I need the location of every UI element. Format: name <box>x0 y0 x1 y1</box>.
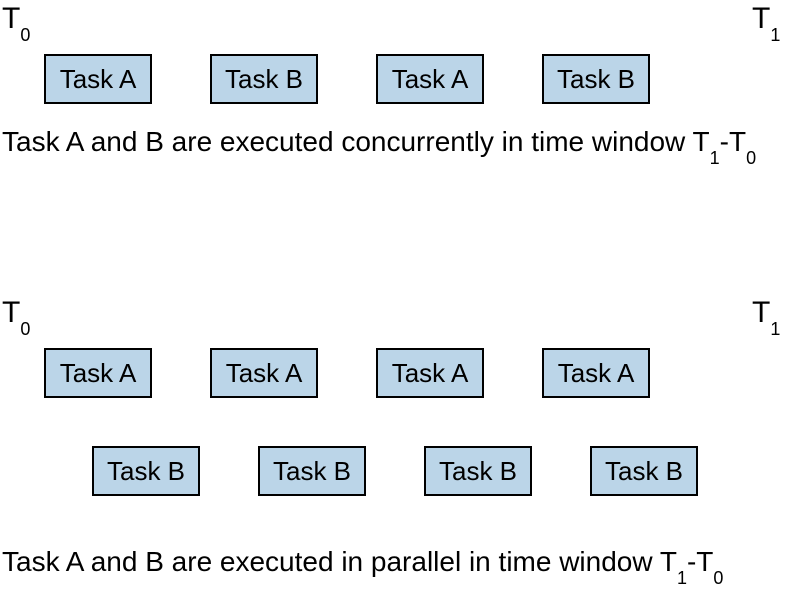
t0-main-b: T <box>2 296 20 329</box>
bottom-rowB-task-1: Task B <box>258 446 366 496</box>
bottom-rowB-task-0: Task B <box>92 446 200 496</box>
top-task-2: Task A <box>376 54 484 104</box>
bottom-caption: Task A and B are executed in parallel in… <box>2 546 723 588</box>
bottom-rowA-task-0: Task A <box>44 348 152 398</box>
top-task-3: Task B <box>542 54 650 104</box>
t1-sub-b: 1 <box>770 319 780 339</box>
t0-sub: 0 <box>20 25 30 45</box>
bottom-rowB-task-2: Task B <box>424 446 532 496</box>
diagram-canvas: T0 T1 Task A Task B Task A Task B Task A… <box>0 0 786 601</box>
t0-sub-b: 0 <box>20 319 30 339</box>
bottom-rowA-task-1: Task A <box>210 348 318 398</box>
top-task-1: Task B <box>210 54 318 104</box>
t1-main-b: T <box>752 296 770 329</box>
t1-main: T <box>752 2 770 35</box>
bottom-rowB-task-3: Task B <box>590 446 698 496</box>
top-task-0: Task A <box>44 54 152 104</box>
t0-main: T <box>2 2 20 35</box>
t1-sub: 1 <box>770 25 780 45</box>
bottom-t0-label: T0 <box>2 298 30 338</box>
bottom-t1-label: T1 <box>752 298 780 338</box>
top-caption: Task A and B are executed concurrently i… <box>2 126 756 168</box>
top-t0-label: T0 <box>2 4 30 44</box>
top-t1-label: T1 <box>752 4 780 44</box>
bottom-rowA-task-3: Task A <box>542 348 650 398</box>
bottom-rowA-task-2: Task A <box>376 348 484 398</box>
